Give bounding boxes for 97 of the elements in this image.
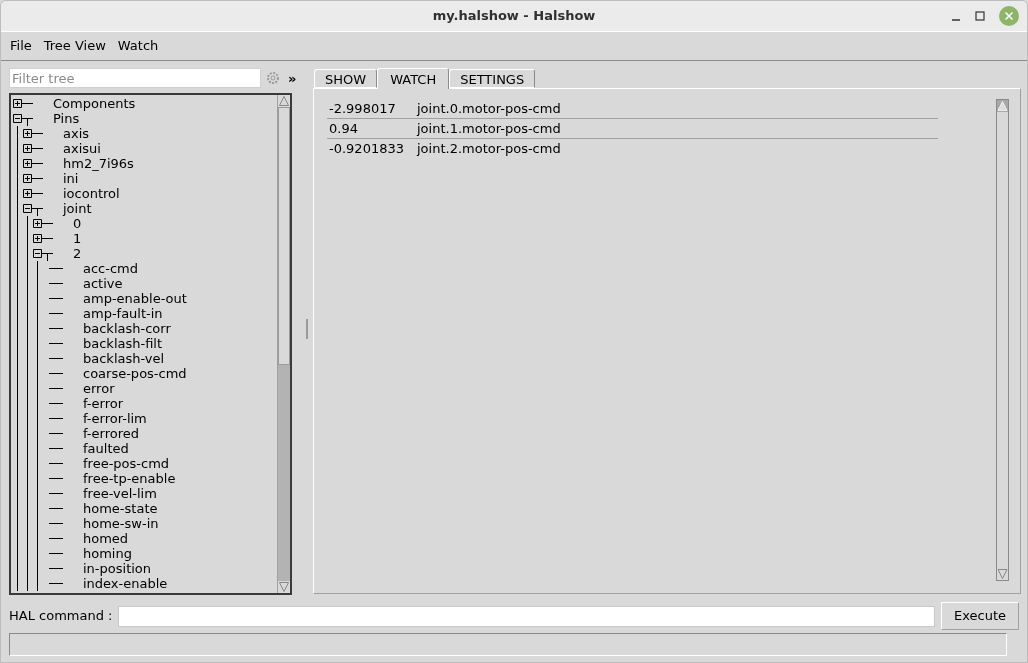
tab[interactable]: SHOW: [314, 69, 378, 88]
tree-lines: [17, 546, 64, 561]
tree-lines: [17, 471, 64, 486]
watch-value: -2.998017: [328, 99, 397, 118]
tree-item[interactable]: free-tp-enable: [83, 471, 176, 486]
tree-lines: [17, 366, 64, 381]
execute-button[interactable]: Execute: [941, 602, 1019, 630]
tab[interactable]: WATCH: [377, 68, 450, 89]
tree-item[interactable]: homing: [83, 546, 132, 561]
tree-lines: [17, 501, 64, 516]
tree-lines: [17, 231, 54, 246]
tree-lines: [17, 576, 64, 591]
tree-lines: [17, 186, 44, 201]
tree-item[interactable]: home-state: [83, 501, 158, 516]
tree-lines: [17, 561, 64, 576]
tree-item[interactable]: free-pos-cmd: [83, 456, 170, 471]
tree-item[interactable]: faulted: [83, 441, 129, 456]
tree-item[interactable]: backlash-filt: [83, 336, 163, 351]
expand-icon[interactable]: [23, 174, 32, 183]
collapse-icon[interactable]: [23, 204, 32, 213]
tree-item[interactable]: home-sw-in: [83, 516, 159, 531]
filter-field[interactable]: Filter tree: [9, 68, 261, 88]
tree-lines: [17, 531, 64, 546]
expand-icon[interactable]: [23, 189, 32, 198]
tree-lines: [17, 306, 64, 321]
tree-item[interactable]: f-error: [83, 396, 124, 411]
expand-button[interactable]: »: [288, 71, 297, 85]
tree-lines: [17, 441, 64, 456]
watch-value: -0.9201833: [328, 140, 405, 159]
collapse-icon[interactable]: [13, 114, 22, 123]
expand-icon[interactable]: [13, 99, 22, 108]
tree-item[interactable]: Pins: [53, 111, 80, 126]
tree-lines: [17, 516, 64, 531]
tree-item[interactable]: iocontrol: [63, 186, 120, 201]
tree-lines: [17, 486, 64, 501]
tree-lines: [17, 396, 64, 411]
collapse-icon[interactable]: [33, 249, 42, 258]
tree-lines: [17, 456, 64, 471]
scrollbar[interactable]: [277, 95, 290, 593]
tree-item[interactable]: active: [83, 276, 123, 291]
window-title: my.halshow - Halshow: [432, 7, 596, 26]
menu-item[interactable]: File: [4, 36, 38, 56]
menu-item[interactable]: Tree View: [37, 36, 112, 56]
tree-lines: [17, 141, 44, 156]
expand-icon[interactable]: [33, 219, 42, 228]
splitter-handle[interactable]: [306, 319, 308, 339]
tree-lines: [17, 156, 44, 171]
tree-item[interactable]: hm2_7i96s: [63, 156, 134, 171]
tree-item[interactable]: 0: [73, 216, 82, 231]
tree-item[interactable]: backlash-vel: [83, 351, 165, 366]
tree-item[interactable]: joint: [63, 201, 92, 216]
tree-item[interactable]: free-vel-lim: [83, 486, 157, 501]
tree-item[interactable]: amp-fault-in: [83, 306, 163, 321]
tree-item[interactable]: axis: [63, 126, 90, 141]
tree-lines: [17, 321, 64, 336]
tree-item[interactable]: coarse-pos-cmd: [83, 366, 187, 381]
tree-lines: [17, 216, 54, 231]
expand-icon[interactable]: [23, 129, 32, 138]
watch-value: 0.94: [328, 119, 359, 138]
tree-lines: [17, 381, 64, 396]
watch-pin: joint.2.motor-pos-cmd: [417, 140, 561, 159]
tree-item[interactable]: Components: [53, 96, 136, 111]
tree-lines: [17, 411, 64, 426]
scrollbar-thumb[interactable]: [278, 107, 290, 365]
tree-item[interactable]: amp-enable-out: [83, 291, 187, 306]
tree-item[interactable]: 2: [73, 246, 82, 261]
expand-icon[interactable]: [23, 159, 32, 168]
tree-lines: [17, 261, 64, 276]
menu-item[interactable]: Watch: [111, 36, 165, 56]
tree-item[interactable]: 1: [73, 231, 82, 246]
tree-lines: [17, 201, 44, 216]
tree-item[interactable]: f-error-lim: [83, 411, 147, 426]
expand-icon[interactable]: [23, 144, 32, 153]
tree-lines: [17, 291, 64, 306]
tree-lines: [17, 351, 64, 366]
watch-pin: joint.0.motor-pos-cmd: [417, 99, 561, 118]
tree-item[interactable]: index-enable: [83, 576, 168, 591]
tree-item[interactable]: homed: [83, 531, 129, 546]
command-label: HAL command :: [9, 607, 113, 626]
tree-lines: [17, 426, 64, 441]
tree-lines: [17, 246, 54, 261]
tree-item[interactable]: in-position: [83, 561, 152, 576]
tree-item[interactable]: backlash-corr: [83, 321, 171, 336]
tree-item[interactable]: error: [83, 381, 115, 396]
tree-item[interactable]: acc-cmd: [83, 261, 138, 276]
tree-item[interactable]: axisui: [63, 141, 101, 156]
tree-item[interactable]: f-errored: [83, 426, 139, 441]
command-field[interactable]: [118, 605, 936, 627]
tree-lines: [17, 276, 64, 291]
tree-lines: [17, 336, 64, 351]
tree-lines: [17, 171, 44, 186]
tab[interactable]: SETTINGS: [449, 69, 536, 88]
tree-lines: [22, 103, 34, 104]
watch-pin: joint.1.motor-pos-cmd: [417, 119, 561, 138]
expand-icon[interactable]: [33, 234, 42, 243]
tree-item[interactable]: ini: [63, 171, 79, 186]
maximize-icon[interactable]: [975, 11, 985, 21]
